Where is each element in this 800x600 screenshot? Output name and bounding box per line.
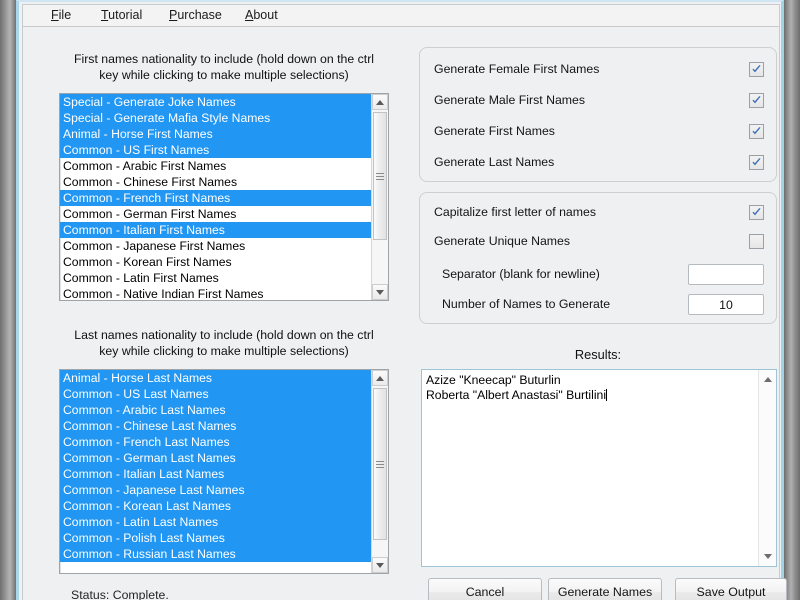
- checkbox-row[interactable]: Generate Female First Names: [434, 61, 764, 81]
- application-window: File Tutorial Purchase About First names na…: [16, 0, 787, 600]
- desktop-background: File Tutorial Purchase About First names na…: [0, 0, 800, 600]
- checkbox-unchecked-icon[interactable]: [749, 234, 764, 249]
- first-names-item[interactable]: Special - Generate Mafia Style Names: [60, 110, 371, 126]
- results-line: Azize "Kneecap" Buturlin: [426, 373, 561, 387]
- window-client-area: File Tutorial Purchase About First names na…: [22, 4, 787, 600]
- checkbox-checked-icon[interactable]: [749, 124, 764, 139]
- last-names-item[interactable]: Common - Latin Last Names: [60, 514, 371, 530]
- menu-item-purchase[interactable]: Purchase: [169, 8, 222, 22]
- format-options-group: Capitalize first letter of names Generate…: [419, 192, 777, 324]
- last-names-item[interactable]: Common - Russian Last Names: [60, 546, 371, 562]
- first-names-item[interactable]: Common - Korean First Names: [60, 254, 371, 270]
- first-names-scroll-thumb[interactable]: [373, 112, 387, 240]
- checkbox-row[interactable]: Capitalize first letter of names: [434, 204, 764, 224]
- checkbox-label: Generate First Names: [434, 124, 555, 138]
- first-names-scrollbar[interactable]: [371, 94, 388, 300]
- first-names-item[interactable]: Common - US First Names: [60, 142, 371, 158]
- first-names-listbox[interactable]: Special - Generate Joke Names Special - G…: [59, 93, 389, 301]
- menu-item-file[interactable]: File: [51, 8, 71, 22]
- scroll-down-icon[interactable]: [372, 557, 388, 573]
- first-names-item[interactable]: Common - French First Names: [60, 190, 371, 206]
- grip-icon: [376, 459, 384, 470]
- last-names-item[interactable]: Common - Arabic Last Names: [60, 402, 371, 418]
- last-names-listbox[interactable]: Animal - Horse Last Names Common - US Las…: [59, 369, 389, 574]
- checkbox-label: Generate Last Names: [434, 155, 555, 169]
- first-names-section-label: First names nationality to include (hold…: [73, 52, 375, 82]
- checkbox-row[interactable]: Generate Last Names: [434, 154, 764, 174]
- first-names-item[interactable]: Common - German First Names: [60, 206, 371, 222]
- first-names-item[interactable]: Common - Native Indian First Names: [60, 286, 371, 300]
- last-names-item[interactable]: Common - Chinese Last Names: [60, 418, 371, 434]
- last-names-section-label: Last names nationality to include (hold …: [74, 328, 374, 358]
- separator-input[interactable]: [688, 264, 764, 285]
- checkbox-label: Capitalize first letter of names: [434, 205, 596, 219]
- desktop-right-shade: [784, 0, 800, 600]
- scroll-up-icon[interactable]: [760, 371, 776, 388]
- last-names-item[interactable]: Common - Korean Last Names: [60, 498, 371, 514]
- checkbox-row[interactable]: Generate Unique Names: [434, 233, 764, 253]
- field-label: Number of Names to Generate: [442, 297, 611, 311]
- last-names-item[interactable]: Common - Japanese Last Names: [60, 482, 371, 498]
- last-names-item[interactable]: Common - Polish Last Names: [60, 530, 371, 546]
- results-scrollbar[interactable]: [758, 370, 776, 566]
- scroll-down-icon[interactable]: [372, 284, 388, 300]
- field-row: Separator (blank for newline): [434, 264, 764, 286]
- last-names-item[interactable]: Common - German Last Names: [60, 450, 371, 466]
- last-names-item-container: Animal - Horse Last Names Common - US Las…: [60, 370, 371, 573]
- results-line: Roberta "Albert Anastasi" Burtilini: [426, 388, 608, 402]
- number-of-names-input[interactable]: [688, 294, 764, 315]
- main-content: First names nationality to include (hold…: [23, 27, 787, 600]
- last-names-item[interactable]: Common - Italian Last Names: [60, 466, 371, 482]
- first-names-item[interactable]: Common - Italian First Names: [60, 222, 371, 238]
- checkbox-checked-icon[interactable]: [749, 93, 764, 108]
- first-names-item[interactable]: Common - Chinese First Names: [60, 174, 371, 190]
- checkbox-label: Generate Male First Names: [434, 93, 586, 107]
- last-names-scroll-thumb[interactable]: [373, 388, 387, 540]
- scroll-down-icon[interactable]: [760, 548, 776, 565]
- last-names-item[interactable]: Animal - Horse Last Names: [60, 370, 371, 386]
- first-names-item-container: Special - Generate Joke Names Special - G…: [60, 94, 371, 300]
- checkbox-row[interactable]: Generate Male First Names: [434, 92, 764, 112]
- first-names-item[interactable]: Common - Latin First Names: [60, 270, 371, 286]
- grip-icon: [376, 171, 384, 182]
- status-label: Status: Complete.: [71, 588, 169, 600]
- first-names-item[interactable]: Common - Japanese First Names: [60, 238, 371, 254]
- checkbox-checked-icon[interactable]: [749, 205, 764, 220]
- save-output-button[interactable]: Save Output: [675, 578, 787, 600]
- first-names-item[interactable]: Common - Arabic First Names: [60, 158, 371, 174]
- scroll-up-icon[interactable]: [372, 370, 388, 386]
- results-textarea[interactable]: Azize "Kneecap" Buturlin Roberta "Albert …: [421, 369, 777, 567]
- checkbox-label: Generate Female First Names: [434, 62, 600, 76]
- generate-names-button[interactable]: Generate Names: [548, 578, 662, 600]
- first-names-item[interactable]: Animal - Horse First Names: [60, 126, 371, 142]
- last-names-item[interactable]: Common - US Last Names: [60, 386, 371, 402]
- last-names-item[interactable]: Common - French Last Names: [60, 434, 371, 450]
- scroll-up-icon[interactable]: [372, 94, 388, 110]
- menu-item-about[interactable]: About: [245, 8, 278, 22]
- checkbox-checked-icon[interactable]: [749, 155, 764, 170]
- menu-bar: File Tutorial Purchase About: [23, 5, 779, 27]
- checkbox-row[interactable]: Generate First Names: [434, 123, 764, 143]
- field-row: Number of Names to Generate: [434, 294, 764, 316]
- text-caret: [606, 389, 608, 401]
- menu-item-tutorial[interactable]: Tutorial: [101, 8, 142, 22]
- cancel-button[interactable]: Cancel: [428, 578, 542, 600]
- first-names-item[interactable]: Special - Generate Joke Names: [60, 94, 371, 110]
- last-names-scrollbar[interactable]: [371, 370, 388, 573]
- results-label: Results:: [574, 347, 622, 362]
- field-label: Separator (blank for newline): [442, 267, 600, 281]
- results-text-content: Azize "Kneecap" Buturlin Roberta "Albert …: [426, 373, 757, 403]
- checkbox-label: Generate Unique Names: [434, 234, 571, 248]
- generate-options-group: Generate Female First Names Generate Male…: [419, 47, 777, 182]
- checkbox-checked-icon[interactable]: [749, 62, 764, 77]
